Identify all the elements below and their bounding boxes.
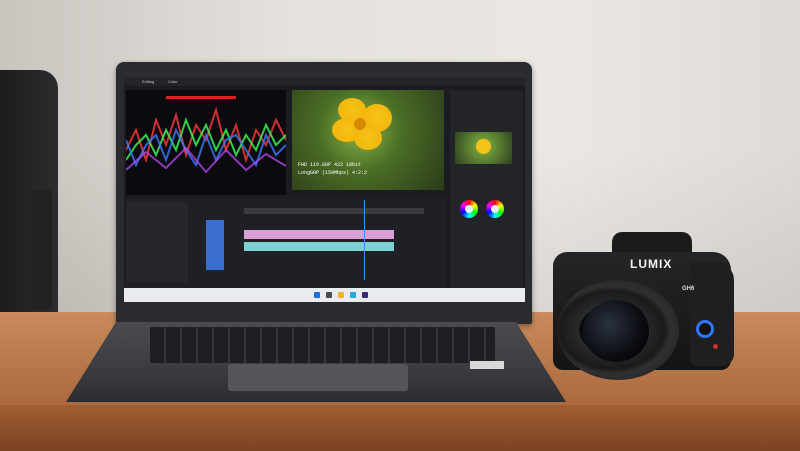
premiere-icon[interactable] xyxy=(362,292,368,298)
waveform-scope xyxy=(126,90,286,195)
record-button xyxy=(713,344,718,349)
lens-glass xyxy=(583,300,649,362)
os-taskbar xyxy=(124,288,525,302)
chair-leg xyxy=(30,190,52,310)
gamma-color-wheel[interactable] xyxy=(486,200,504,218)
audio-meter xyxy=(206,220,224,270)
preview-format-text: FHD 119.88P 422 10bit xyxy=(298,162,362,168)
video-clip[interactable] xyxy=(244,230,394,239)
laptop-sticker xyxy=(470,361,504,369)
waveform-graphic xyxy=(126,96,286,174)
project-panel xyxy=(126,202,188,282)
folder-icon[interactable] xyxy=(338,292,344,298)
tab-color: Color xyxy=(168,79,178,84)
playhead[interactable] xyxy=(364,200,365,280)
browser-icon[interactable] xyxy=(350,292,356,298)
audio-clip[interactable] xyxy=(244,242,394,251)
camera-grip xyxy=(690,262,734,366)
app-tab-bar xyxy=(124,78,525,86)
video-preview: FHD 119.88P 422 10bit LongGOP (150Mbps) … xyxy=(292,90,444,190)
record-dial xyxy=(696,320,714,338)
search-icon[interactable] xyxy=(326,292,332,298)
flower-center xyxy=(354,118,366,130)
laptop-touchpad xyxy=(228,364,408,391)
camera-brand: LUMIX xyxy=(630,257,673,271)
laptop-screen: Editing Color FHD 119.88P 422 10bit Long… xyxy=(124,70,525,302)
preview-codec-text: LongGOP (150Mbps) 4:2:2 xyxy=(298,170,368,176)
reference-thumbnail xyxy=(455,132,512,164)
start-icon[interactable] xyxy=(314,292,320,298)
laptop-keyboard xyxy=(150,327,495,363)
camera-model: GH6 xyxy=(682,286,695,292)
app-title-bar xyxy=(124,70,525,78)
timeline-ruler xyxy=(244,208,424,214)
tab-editing: Editing xyxy=(142,79,155,84)
lift-color-wheel[interactable] xyxy=(460,200,478,218)
desk-edge xyxy=(0,405,800,451)
lumetri-panel xyxy=(450,90,523,300)
